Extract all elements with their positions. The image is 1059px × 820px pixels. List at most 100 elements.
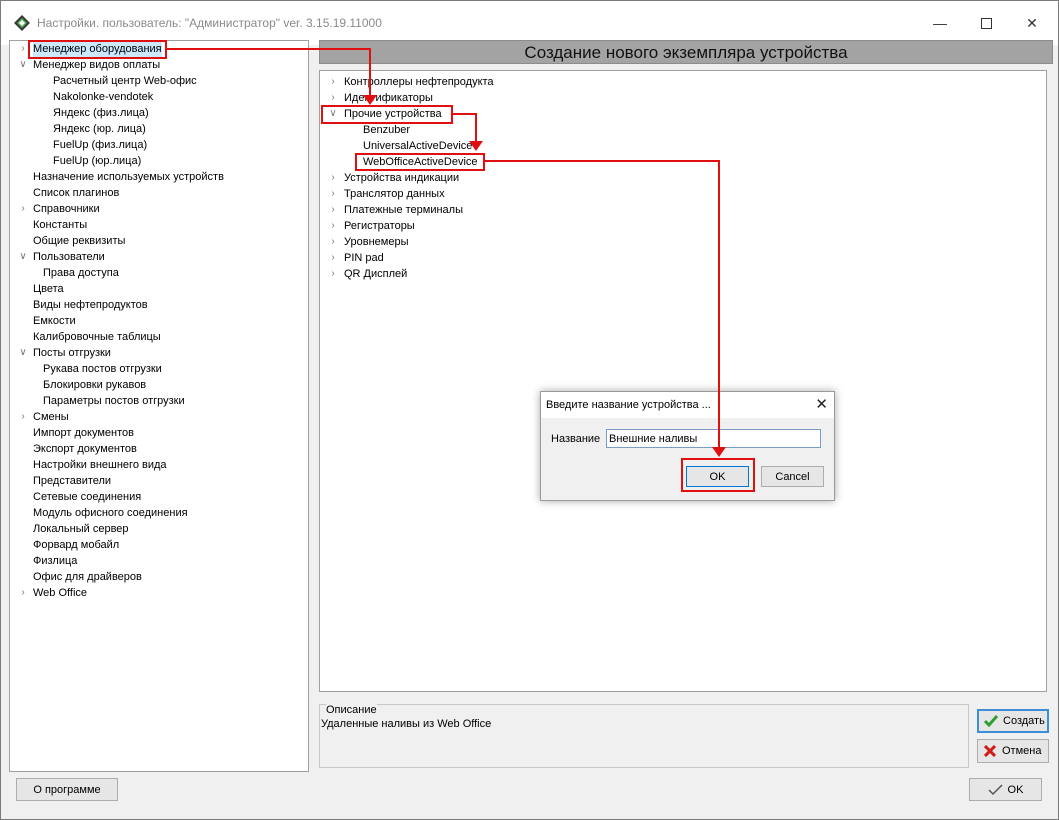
device-tree-item[interactable]: Идентификаторы — [344, 90, 433, 106]
highlight-equipment-manager — [28, 40, 167, 59]
nav-tree-item[interactable]: Посты отгрузки — [33, 345, 111, 361]
close-button[interactable]: ✕ — [1009, 7, 1055, 39]
close-icon: ✕ — [1026, 14, 1038, 31]
chevron-right-icon[interactable]: › — [328, 74, 338, 90]
device-tree-item[interactable]: UniversalActiveDevice — [363, 138, 472, 154]
device-tree-item[interactable]: Контроллеры нефтепродукта — [344, 74, 494, 90]
nav-tree-item[interactable]: Калибровочные таблицы — [33, 329, 161, 345]
chevron-right-icon[interactable]: › — [328, 250, 338, 266]
nav-tree-item[interactable]: Права доступа — [43, 265, 119, 281]
device-tree-item[interactable]: Устройства индикации — [344, 170, 459, 186]
chevron-right-icon[interactable]: › — [18, 201, 28, 217]
device-tree-item[interactable]: Уровнемеры — [344, 234, 408, 250]
panel-header: Создание нового экземпляра устройства — [319, 40, 1053, 64]
nav-tree-item[interactable]: Яндекс (юр. лица) — [53, 121, 146, 137]
nav-tree-item[interactable]: Настройки внешнего вида — [33, 457, 167, 473]
cancel-label: Отмена — [1002, 745, 1042, 757]
nav-tree-item[interactable]: Смены — [33, 409, 69, 425]
cancel-button[interactable]: Отмена — [977, 739, 1049, 763]
description-legend: Описание — [326, 704, 377, 716]
minimize-button[interactable]: — — [917, 7, 963, 39]
create-button[interactable]: Создать — [977, 709, 1049, 733]
chevron-right-icon[interactable]: › — [18, 585, 28, 601]
chevron-right-icon[interactable]: › — [18, 409, 28, 425]
nav-tree-item[interactable]: Менеджер видов оплаты — [33, 57, 160, 73]
nav-tree-item[interactable]: Физлица — [33, 553, 77, 569]
arrow-line — [369, 48, 371, 96]
nav-tree-item[interactable]: Назначение используемых устройств — [33, 169, 224, 185]
device-tree-item[interactable]: QR Дисплей — [344, 266, 407, 282]
nav-tree-item[interactable]: Представители — [33, 473, 111, 489]
settings-window: Настройки. пользователь: "Администратор"… — [0, 0, 1059, 820]
maximize-button[interactable] — [963, 7, 1009, 39]
nav-tree-item[interactable]: Цвета — [33, 281, 64, 297]
nav-tree-item[interactable]: Константы — [33, 217, 87, 233]
chevron-right-icon[interactable]: › — [328, 170, 338, 186]
nav-tree-item[interactable]: Пользователи — [33, 249, 105, 265]
minimize-icon: — — [933, 15, 947, 31]
chevron-down-icon[interactable]: ∨ — [18, 57, 28, 73]
chevron-down-icon[interactable]: ∨ — [18, 249, 28, 265]
nav-tree-item[interactable]: Яндекс (физ.лица) — [53, 105, 149, 121]
chevron-right-icon[interactable]: › — [18, 41, 28, 57]
highlight-other-devices — [321, 105, 453, 124]
highlight-dialog-ok — [681, 458, 755, 492]
about-label: О программе — [33, 783, 101, 796]
device-tree-item[interactable]: Регистраторы — [344, 218, 415, 234]
chevron-right-icon[interactable]: › — [328, 202, 338, 218]
about-button[interactable]: О программе — [16, 778, 118, 801]
nav-tree-item[interactable]: FuelUp (физ.лица) — [53, 137, 147, 153]
nav-tree-item[interactable]: Справочники — [33, 201, 100, 217]
name-label: Название — [551, 433, 601, 445]
dialog-title-bar: Введите название устройства ... ✕ — [541, 392, 834, 418]
device-name-input[interactable] — [606, 429, 821, 448]
arrow-line — [475, 113, 477, 141]
chevron-down-icon[interactable]: ∨ — [18, 345, 28, 361]
chevron-right-icon[interactable]: › — [328, 266, 338, 282]
arrow-head-icon — [363, 95, 377, 105]
nav-tree-item[interactable]: Емкости — [33, 313, 76, 329]
nav-tree-item[interactable]: Локальный сервер — [33, 521, 129, 537]
description-group: Описание Удаленные наливы из Web Office — [319, 704, 969, 768]
ok-button[interactable]: OK — [969, 778, 1042, 801]
ok-label: OK — [1007, 783, 1024, 796]
nav-tree-item[interactable]: Параметры постов отгрузки — [43, 393, 185, 409]
settings-tree[interactable]: › Менеджер оборудования ∨ Менеджер видов оп… — [9, 40, 309, 772]
nav-tree-item[interactable]: FuelUp (юр.лица) — [53, 153, 141, 169]
dialog-close-icon[interactable]: ✕ — [815, 395, 828, 413]
dialog-cancel-label: Cancel — [775, 470, 810, 483]
checkmark-icon — [984, 715, 998, 727]
arrow-line — [485, 160, 720, 162]
nav-tree-item[interactable]: Web Office — [33, 585, 87, 601]
nav-tree-item[interactable]: Расчетный центр Web-офис — [53, 73, 197, 89]
cross-icon — [984, 745, 996, 757]
nav-tree-item[interactable]: Импорт документов — [33, 425, 134, 441]
nav-tree-item[interactable]: Список плагинов — [33, 185, 119, 201]
nav-tree-item[interactable]: Экспорт документов — [33, 441, 137, 457]
nav-tree-item[interactable]: Сетевые соединения — [33, 489, 141, 505]
nav-tree-item[interactable]: Блокировки рукавов — [43, 377, 146, 393]
dialog-title: Введите название устройства ... — [546, 399, 711, 411]
maximize-icon — [980, 17, 992, 29]
chevron-right-icon[interactable]: › — [328, 234, 338, 250]
arrow-head-icon — [469, 141, 483, 151]
device-tree-item[interactable]: Транслятор данных — [344, 186, 445, 202]
chevron-right-icon[interactable]: › — [328, 218, 338, 234]
arrow-line — [718, 160, 720, 447]
chevron-right-icon[interactable]: › — [328, 186, 338, 202]
nav-tree-item[interactable]: Общие реквизиты — [33, 233, 125, 249]
chevron-right-icon[interactable]: › — [328, 90, 338, 106]
arrow-head-icon — [712, 447, 726, 457]
device-tree-item[interactable]: Benzuber — [363, 122, 410, 138]
nav-tree-item[interactable]: Форвард мобайл — [33, 537, 119, 553]
dialog-cancel-button[interactable]: Cancel — [761, 466, 824, 487]
device-tree-item[interactable]: PIN pad — [344, 250, 384, 266]
create-label: Создать — [1003, 715, 1045, 727]
nav-tree-item[interactable]: Модуль офисного соединения — [33, 505, 188, 521]
nav-tree-item[interactable]: Офис для драйверов — [33, 569, 142, 585]
nav-tree-item[interactable]: Nakolonke-vendotek — [53, 89, 153, 105]
nav-tree-item[interactable]: Виды нефтепродуктов — [33, 297, 148, 313]
nav-tree-item[interactable]: Рукава постов отгрузки — [43, 361, 162, 377]
arrow-line — [167, 48, 371, 50]
device-tree-item[interactable]: Платежные терминалы — [344, 202, 463, 218]
